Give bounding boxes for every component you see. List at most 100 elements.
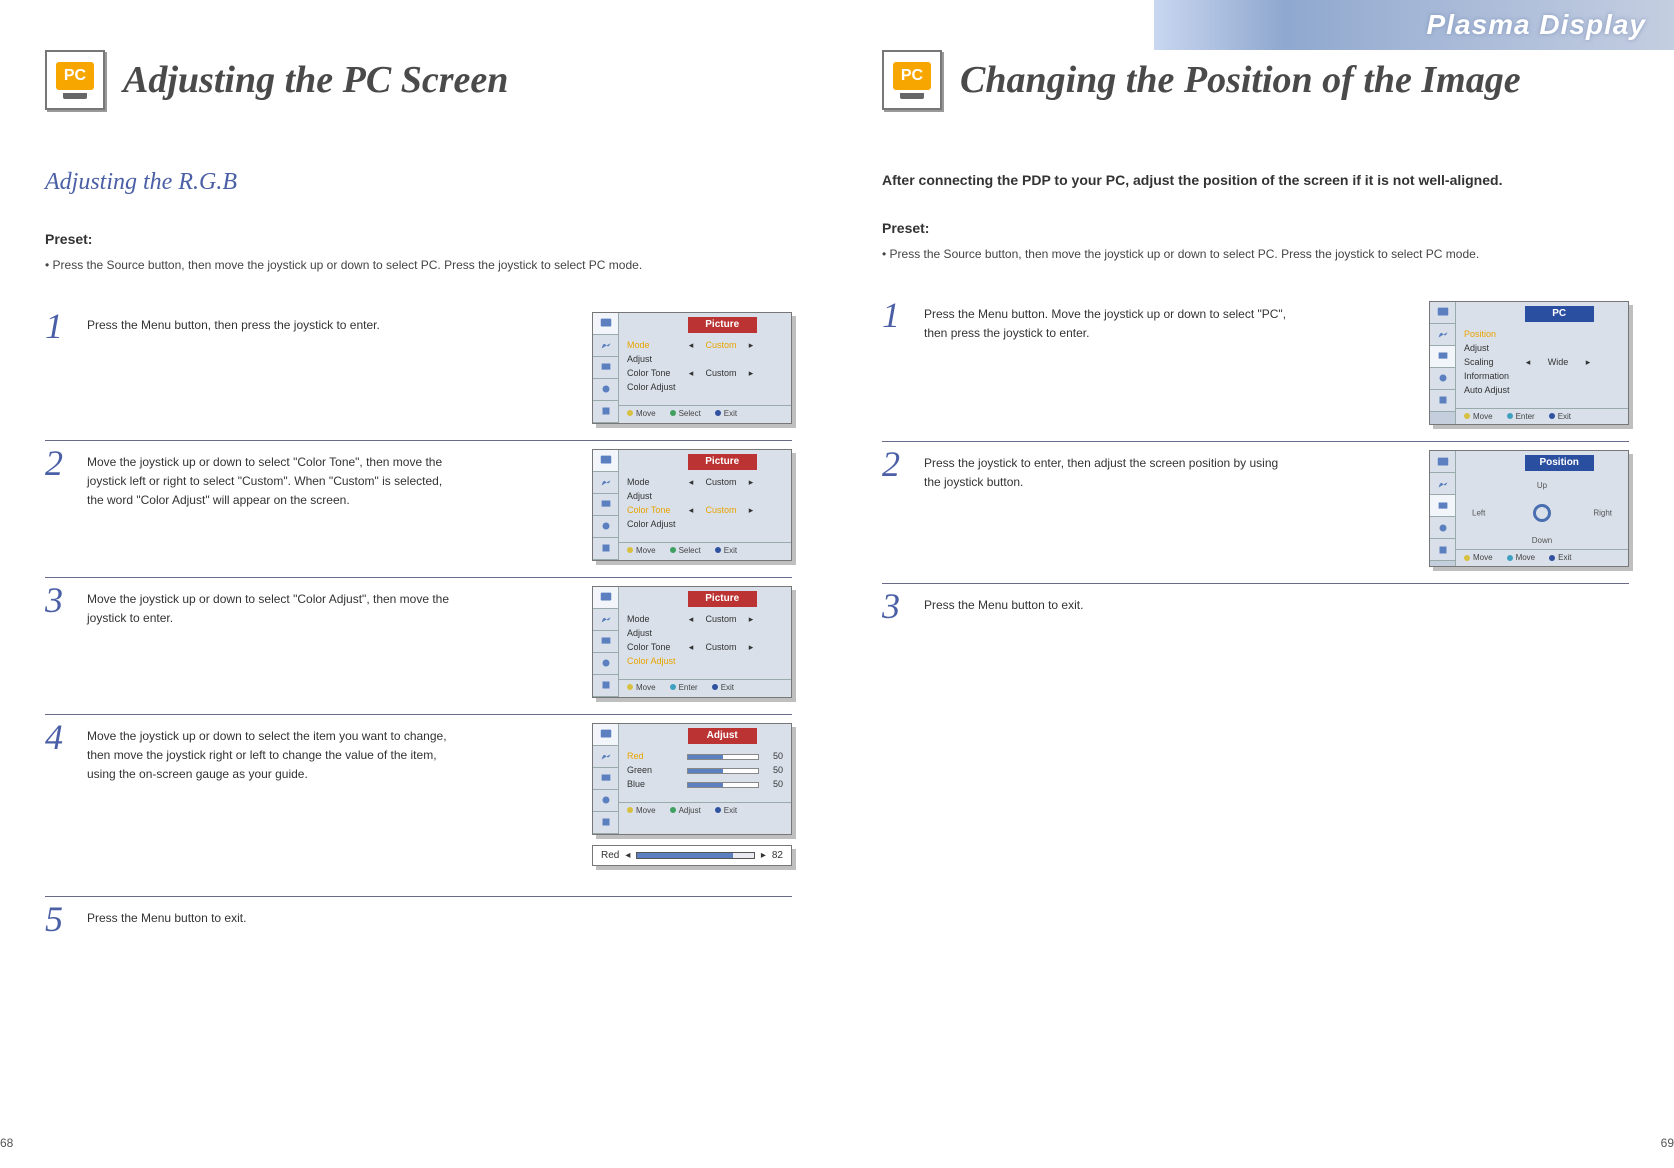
exit-dot-icon (1549, 555, 1555, 561)
gauge-bar (687, 754, 759, 760)
subheading-rgb: Adjusting the R.G.B (45, 170, 792, 194)
osd-row-label: Blue (627, 779, 683, 790)
osd-row-value: Custom (699, 505, 743, 516)
osd-row-label: Color Adjust (627, 519, 683, 530)
osd-tab-icon (593, 538, 618, 560)
osd-foot-move: Move (636, 683, 656, 693)
osd-row-label: Color Tone (627, 642, 683, 653)
dir-left: Left (1472, 509, 1485, 518)
gauge-label: Red (601, 850, 619, 861)
page-68: PC Adjusting the PC Screen Adjusting the… (0, 0, 837, 1168)
osd-tab-icon (1430, 368, 1455, 390)
gauge-bar (687, 768, 759, 774)
gauge-bar (636, 852, 754, 859)
step-3: 3 Move the joystick up or down to select… (45, 577, 792, 698)
osd-tab-icon (593, 379, 618, 401)
osd-tab-icon (593, 653, 618, 675)
arrow-right-icon: ▸ (747, 642, 755, 653)
osd-title: Position (1525, 455, 1594, 471)
arrow-right-icon: ▸ (747, 477, 755, 488)
osd-foot-exit: Exit (724, 409, 737, 419)
osd-row-label: Adjust (627, 354, 683, 365)
step-1: 1 Press the Menu button, then press the … (45, 304, 792, 424)
step-text: Move the joystick up or down to select "… (87, 449, 457, 561)
adjust-dot-icon (670, 807, 676, 813)
arrow-left-icon: ◂ (687, 368, 695, 379)
exit-dot-icon (715, 410, 721, 416)
step-number: 3 (45, 582, 73, 698)
step-2: 2 Press the joystick to enter, then adju… (882, 441, 1629, 567)
move-dot-icon (1464, 555, 1470, 561)
arrow-left-icon: ◂ (687, 614, 695, 625)
osd-foot-exit: Exit (724, 806, 737, 816)
step-number: 1 (882, 297, 910, 426)
osd-tab-icon (1430, 390, 1455, 412)
exit-dot-icon (715, 547, 721, 553)
osd-foot-select: Select (679, 546, 701, 556)
osd-title: Adjust (688, 728, 757, 744)
osd-row-value: Custom (699, 614, 743, 625)
steps-right: 1 Press the Menu button. Move the joysti… (882, 293, 1629, 624)
dir-down: Down (1532, 536, 1552, 545)
osd-tab-icon (593, 746, 618, 768)
osd-foot-move2: Move (1516, 553, 1536, 563)
osd-row-value: Custom (699, 477, 743, 488)
step-5: 5 Press the Menu button to exit. (45, 896, 792, 937)
osd-tab-rail (593, 313, 619, 423)
osd-tab-icon (593, 450, 618, 472)
step-number: 2 (882, 446, 910, 567)
osd-tab-icon (1430, 324, 1455, 346)
arrow-right-icon: ▸ (747, 368, 755, 379)
osd-row-label: Color Adjust (627, 382, 683, 393)
step-text: Press the Menu button to exit. (924, 592, 1083, 624)
lead-note: After connecting the PDP to your PC, adj… (882, 170, 1629, 191)
osd-tab-icon (593, 494, 618, 516)
enter-dot-icon (1507, 413, 1513, 419)
arrow-right-icon: ▸ (747, 340, 755, 351)
osd-adjust: Adjust Red50 Green50 Blue50 Move Adjust … (592, 723, 792, 866)
gauge-value: 50 (763, 779, 783, 790)
osd-row-label: Adjust (627, 491, 683, 502)
banner-plasma-display: Plasma Display (1154, 0, 1674, 50)
osd-tab-icon (1430, 495, 1455, 517)
osd-row-value: Wide (1536, 357, 1580, 368)
osd-row-label: Mode (627, 614, 683, 625)
osd-tab-icon (593, 724, 618, 746)
osd-foot-move: Move (636, 546, 656, 556)
osd-row-label: Mode (627, 477, 683, 488)
preset-note: • Press the Source button, then move the… (45, 256, 792, 274)
osd-tab-icon (593, 768, 618, 790)
osd-tab-icon (593, 812, 618, 834)
steps-left: 1 Press the Menu button, then press the … (45, 304, 792, 937)
osd-tab-icon (1430, 473, 1455, 495)
step-number: 4 (45, 719, 73, 866)
osd-row-value: Custom (699, 340, 743, 351)
step-text: Press the Menu button. Move the joystick… (924, 301, 1294, 426)
step-number: 2 (45, 445, 73, 561)
step-text: Move the joystick up or down to select t… (87, 723, 457, 866)
arrow-left-icon: ◂ (625, 850, 630, 861)
osd-row-label: Adjust (1464, 343, 1520, 354)
osd-tab-icon (593, 631, 618, 653)
osd-foot-adjust: Adjust (679, 806, 701, 816)
osd-picture-3: Picture Mode◂Custom▸ Adjust Color Tone◂C… (592, 586, 792, 698)
pc-icon: PC (45, 50, 105, 110)
osd-row-label: Red (627, 751, 683, 762)
osd-foot-exit: Exit (721, 683, 734, 693)
move-dot-icon (1507, 555, 1513, 561)
osd-row-label: Color Tone (627, 505, 683, 516)
pc-icon-base (63, 93, 87, 99)
osd-foot-enter: Enter (1516, 412, 1535, 422)
osd-tab-icon (593, 609, 618, 631)
dir-up: Up (1537, 481, 1547, 490)
osd-row-label: Mode (627, 340, 683, 351)
step-number: 1 (45, 308, 73, 424)
dir-right: Right (1593, 509, 1612, 518)
pc-icon: PC (882, 50, 942, 110)
osd-row-label: Green (627, 765, 683, 776)
joystick-ring-icon (1533, 504, 1551, 522)
position-cross: Up Left Right Down (1456, 477, 1628, 549)
osd-row-label: Color Adjust (627, 656, 683, 667)
osd-tab-icon (1430, 539, 1455, 561)
step-text: Press the Menu button to exit. (87, 905, 246, 937)
